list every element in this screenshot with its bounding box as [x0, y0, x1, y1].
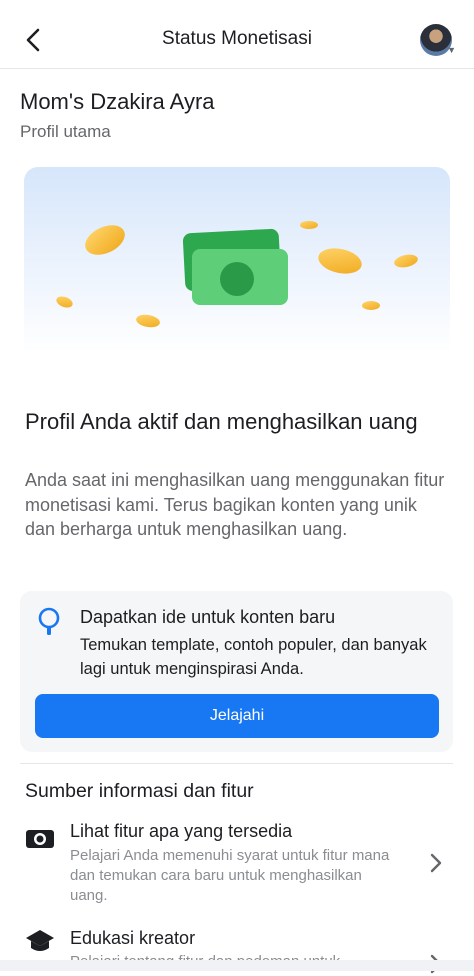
- status-description: Anda saat ini menghasilkan uang mengguna…: [25, 470, 445, 539]
- card-description: Temukan template, contoh populer, dan ba…: [80, 636, 427, 678]
- nav-bar-edge: [0, 960, 474, 971]
- list-item-title[interactable]: Edukasi kreator: [70, 928, 195, 949]
- graduation-cap-icon: [26, 930, 54, 951]
- coin-illustration: [80, 219, 130, 261]
- status-headline: Profil Anda aktif dan menghasilkan uang: [25, 409, 418, 434]
- money-illustration: [24, 167, 450, 387]
- section-title: Sumber informasi dan fitur: [25, 780, 254, 802]
- coin-illustration: [135, 313, 161, 329]
- section-divider: [20, 763, 453, 764]
- profile-name: Mom's Dzakira Ayra: [20, 89, 215, 114]
- lightbulb-icon: [38, 607, 60, 635]
- camera-icon: [26, 830, 54, 848]
- coin-illustration: [300, 221, 318, 229]
- card-title: Dapatkan ide untuk konten baru: [80, 607, 336, 627]
- list-item-title[interactable]: Lihat fitur apa yang tersedia: [70, 821, 292, 842]
- coin-illustration: [315, 244, 365, 278]
- coin-illustration: [362, 301, 380, 310]
- coin-illustration: [393, 252, 419, 270]
- coin-illustration: [54, 294, 75, 310]
- status-bar: [0, 0, 474, 10]
- list-item-description: Pelajari Anda memenuhi syarat untuk fitu…: [70, 847, 390, 904]
- app-bar: Status Monetisasi ▼: [0, 10, 474, 69]
- explore-button[interactable]: Jelajahi: [35, 694, 439, 738]
- chevron-down-icon[interactable]: ▼: [447, 45, 456, 55]
- banknote-circle: [220, 262, 254, 296]
- page-title: Status Monetisasi: [162, 28, 312, 49]
- profile-subtitle: Profil utama: [20, 122, 111, 141]
- chevron-right-icon[interactable]: [428, 851, 444, 875]
